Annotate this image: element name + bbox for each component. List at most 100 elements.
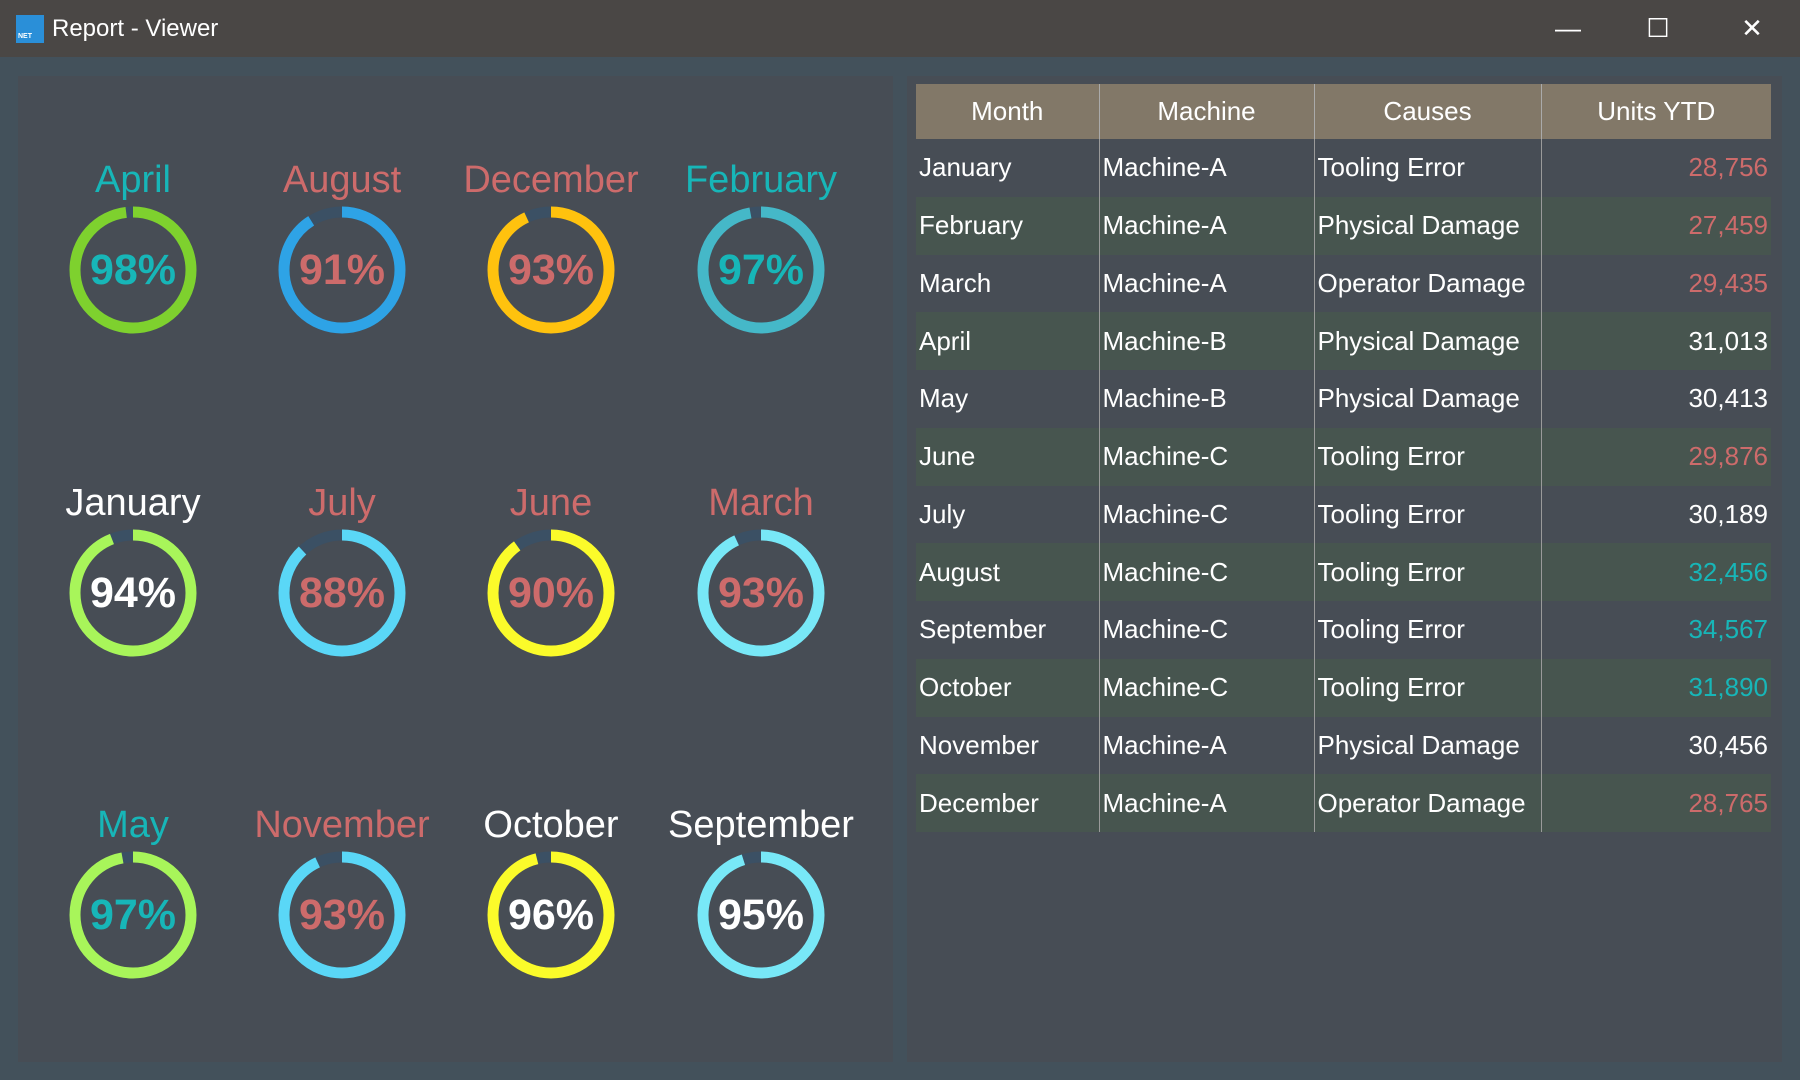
app-logo-icon: NET (16, 14, 44, 43)
gauge-month-label: February (684, 159, 838, 201)
cell-cause: Tooling Error (1313, 485, 1541, 544)
table-row[interactable]: March Machine-A Operator Damage 29,435 (916, 254, 1771, 313)
gauge-december: December 93% (451, 155, 651, 335)
gauge-percent: 96% (507, 891, 595, 939)
gauge-month-label: June (509, 482, 593, 524)
title-bar: NET Report - Viewer — ☐ ✕ (0, 0, 1800, 57)
table-row[interactable]: January Machine-A Tooling Error 28,756 (916, 139, 1771, 197)
table-row[interactable]: July Machine-C Tooling Error 30,189 (916, 485, 1771, 544)
gauge-month-label: May (97, 804, 169, 846)
cell-month: July (919, 498, 966, 529)
cell-machine: Machine-B (1098, 370, 1314, 428)
cell-month: May (919, 383, 969, 414)
cell-cause: Physical Damage (1313, 370, 1541, 428)
gauge-january: January 94% (33, 478, 233, 658)
logo-text: NET (18, 32, 32, 40)
cell-cause: Tooling Error (1313, 658, 1541, 717)
cell-machine: Machine-C (1098, 543, 1314, 601)
gauge-percent: 93% (298, 891, 386, 939)
close-button[interactable]: ✕ (1706, 0, 1798, 57)
cell-units: 29,435 (1540, 254, 1771, 313)
table-row[interactable]: August Machine-C Tooling Error 32,456 (916, 543, 1771, 601)
cell-month: October (916, 658, 1099, 717)
maximize-button[interactable]: ☐ (1612, 0, 1704, 57)
table-row[interactable]: December Machine-A Operator Damage 28,76… (916, 774, 1771, 832)
gauge-month-label: March (708, 482, 814, 524)
table-header-row: Month Machine Causes Units YTD (916, 84, 1771, 139)
gauge-november: November 93% (242, 800, 442, 980)
cell-units: 29,876 (1540, 427, 1771, 486)
cell-month: April (916, 312, 1099, 370)
cell-month: November (919, 729, 1039, 760)
table-row[interactable]: September Machine-C Tooling Error 34,567 (916, 601, 1771, 659)
gauge-month-label: April (94, 159, 172, 201)
header-machine[interactable]: Machine (1098, 84, 1314, 139)
cell-machine: Machine-A (1098, 139, 1314, 197)
cell-machine: Machine-C (1098, 658, 1314, 717)
cell-units: 30,413 (1540, 370, 1771, 428)
cell-machine: Machine-A (1098, 254, 1314, 313)
table-row[interactable]: June Machine-C Tooling Error 29,876 (916, 427, 1771, 486)
header-units-ytd[interactable]: Units YTD (1540, 84, 1771, 139)
cell-cause: Tooling Error (1313, 601, 1541, 659)
cell-month: January (919, 152, 1012, 183)
gauge-percent: 90% (507, 569, 595, 617)
gauge-percent: 91% (298, 246, 386, 294)
cell-units: 28,765 (1540, 774, 1771, 832)
gauge-month-label: July (308, 482, 376, 524)
cell-month: March (919, 267, 992, 298)
gauge-percent: 93% (507, 246, 595, 294)
gauge-april: April 98% (33, 155, 233, 335)
cell-units: 34,567 (1540, 601, 1771, 659)
gauge-month-label: November (254, 804, 430, 846)
cell-units: 30,456 (1540, 716, 1771, 775)
gauge-month-label: December (463, 159, 639, 201)
cell-cause: Physical Damage (1313, 196, 1541, 255)
cell-units: 32,456 (1540, 543, 1771, 601)
table-row[interactable]: May Machine-B Physical Damage 30,413 (916, 370, 1771, 428)
gauge-percent: 93% (717, 569, 805, 617)
gauge-percent: 97% (89, 891, 177, 939)
cell-machine: Machine-B (1098, 312, 1314, 370)
gauge-month-label: August (282, 159, 402, 201)
gauge-percent: 98% (89, 246, 177, 294)
cell-machine: Machine-A (1098, 196, 1314, 255)
minimize-button[interactable]: — (1522, 0, 1614, 57)
gauge-may: May 97% (33, 800, 233, 980)
cell-machine: Machine-A (1098, 774, 1314, 832)
cell-units: 31,013 (1540, 312, 1771, 370)
gauge-month-label: September (668, 804, 854, 846)
header-causes[interactable]: Causes (1313, 84, 1541, 139)
header-month[interactable]: Month (916, 84, 1099, 139)
gauge-month-label: October (483, 804, 619, 846)
table-row[interactable]: November Machine-A Physical Damage 30,45… (916, 716, 1771, 775)
cell-month: December (916, 774, 1099, 832)
cell-month: September (919, 614, 1047, 645)
gauge-august: August 91% (242, 155, 442, 335)
gauge-percent: 95% (717, 891, 805, 939)
cell-machine: Machine-C (1098, 601, 1314, 659)
cell-units: 31,890 (1540, 658, 1771, 717)
cell-cause: Physical Damage (1313, 312, 1541, 370)
table-row[interactable]: February Machine-A Physical Damage 27,45… (916, 196, 1771, 255)
table-row[interactable]: April Machine-B Physical Damage 31,013 (916, 312, 1771, 370)
gauge-march: March 93% (661, 478, 861, 658)
cell-cause: Tooling Error (1313, 427, 1541, 486)
table-row[interactable]: October Machine-C Tooling Error 31,890 (916, 658, 1771, 717)
gauge-month-label: January (65, 482, 201, 524)
cell-month: June (916, 427, 1099, 486)
gauge-february: February 97% (661, 155, 861, 335)
gauge-july: July 88% (242, 478, 442, 658)
cell-cause: Physical Damage (1313, 716, 1541, 775)
gauge-october: October 96% (451, 800, 651, 980)
cell-cause: Operator Damage (1313, 254, 1541, 313)
cell-cause: Tooling Error (1313, 139, 1541, 197)
gauge-percent: 94% (89, 569, 177, 617)
cell-month: February (916, 196, 1099, 255)
cell-machine: Machine-C (1098, 427, 1314, 486)
cell-month: August (916, 543, 1099, 601)
gauge-september: September 95% (661, 800, 861, 980)
cell-units: 27,459 (1540, 196, 1771, 255)
cell-machine: Machine-C (1098, 485, 1314, 544)
cell-cause: Operator Damage (1313, 774, 1541, 832)
